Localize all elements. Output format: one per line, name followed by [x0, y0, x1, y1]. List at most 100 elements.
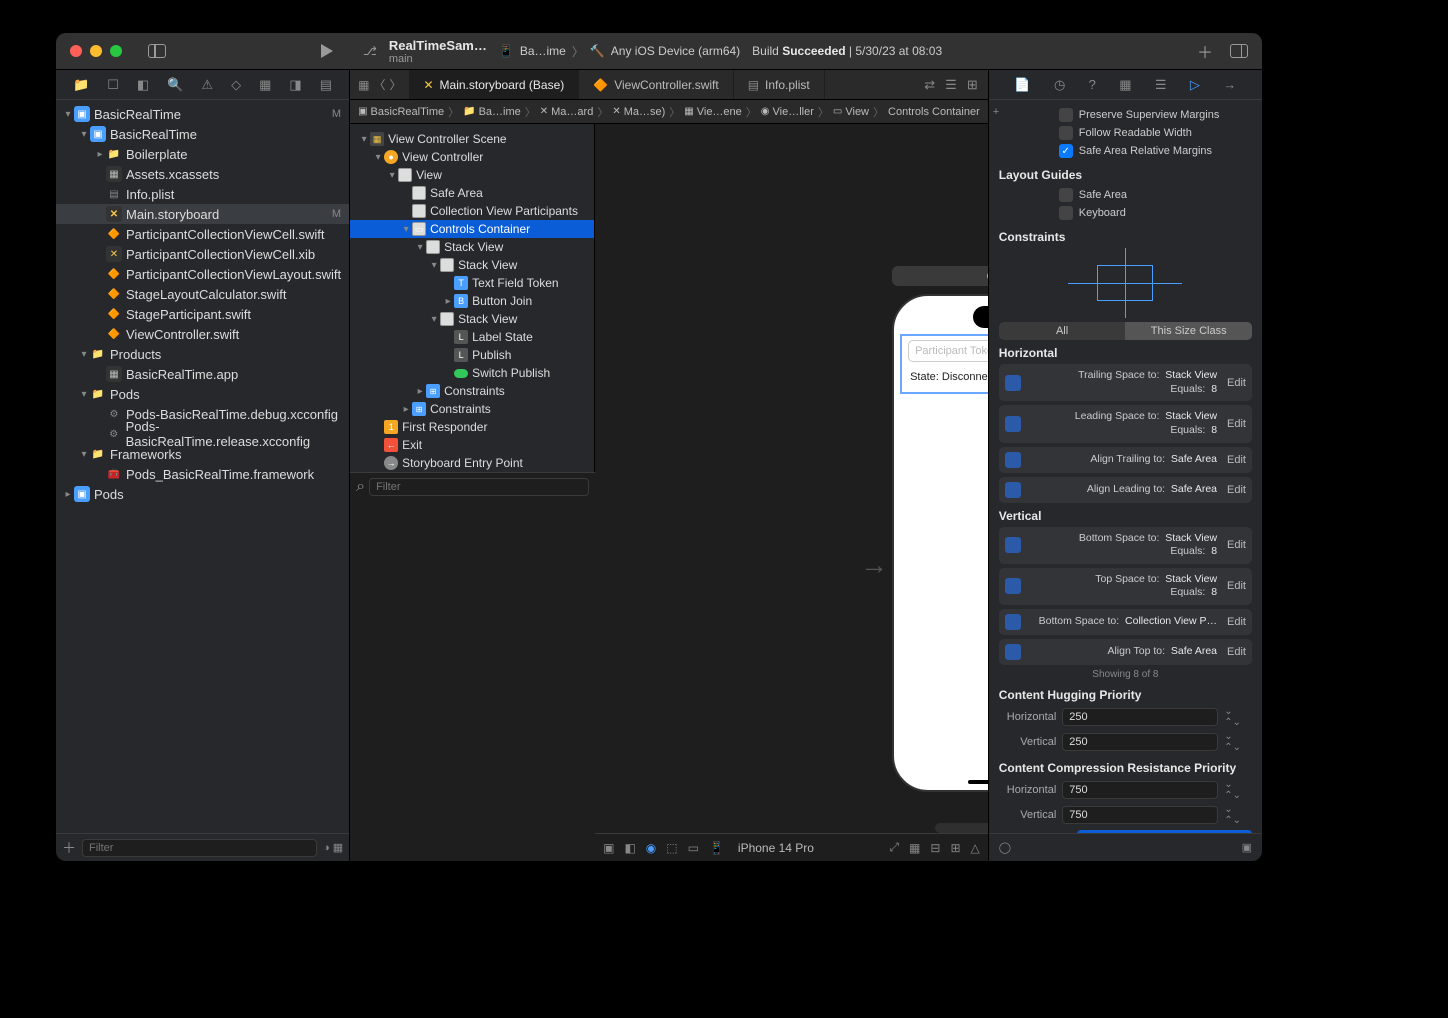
participant-token-field[interactable]: Participant Token — [908, 340, 988, 362]
tree-root[interactable]: ▾ ▣ BasicRealTime M — [56, 104, 349, 124]
tree-item[interactable]: ▾▣BasicRealTime — [56, 124, 349, 144]
device-name[interactable]: iPhone 14 Pro — [738, 841, 814, 855]
priority-input[interactable] — [1062, 806, 1218, 824]
assistant-editor-icon[interactable]: ◧ — [624, 841, 635, 855]
disclosure-icon[interactable]: ▸ — [94, 149, 106, 160]
interface-builder-canvas[interactable]: → Participant Token Join — [595, 124, 988, 833]
edit-button[interactable]: Edit — [1227, 454, 1246, 466]
disclosure-icon[interactable]: ▾ — [414, 242, 426, 253]
history-inspector-icon[interactable]: ◷ — [1054, 77, 1065, 93]
align-icon[interactable]: ⊟ — [930, 841, 940, 855]
constraint-item[interactable]: Align Trailing to: Safe AreaEdit — [999, 447, 1252, 473]
pin-icon[interactable]: ⊞ — [950, 841, 960, 855]
jumpbar-crumb[interactable]: ▦Vie…ene — [684, 106, 742, 118]
constraint-item[interactable]: Bottom Space to: Stack ViewEquals: 8Edit — [999, 527, 1252, 564]
jumpbar-crumb[interactable]: ▣BasicRealTime — [358, 106, 444, 118]
edit-button[interactable]: Edit — [1227, 418, 1246, 430]
project-navigator-icon[interactable]: 📁 — [73, 77, 89, 93]
tree-item[interactable]: ▾📁Products — [56, 344, 349, 364]
editor-tab[interactable]: ▤Info.plist — [734, 70, 825, 99]
scene-dock[interactable] — [892, 266, 988, 286]
identity-inspector-icon[interactable]: ▦ — [1119, 77, 1131, 93]
scheme-selector[interactable]: 📱Ba…ime 〉 🔨Any iOS Device (arm64) — [499, 43, 740, 60]
toggle-inspector-icon[interactable] — [1230, 44, 1248, 58]
edit-button[interactable]: Edit — [1227, 377, 1246, 389]
outline-item[interactable]: →Storyboard Entry Point — [350, 454, 594, 472]
jump-bar[interactable]: ▣BasicRealTime〉📁Ba…ime〉✕Ma…ard〉✕Ma…se)〉▦… — [350, 100, 988, 124]
checkbox-icon[interactable] — [1059, 108, 1073, 122]
jumpbar-crumb[interactable]: 📁Ba…ime — [463, 106, 521, 118]
size-class-segment[interactable]: AllThis Size Class — [999, 322, 1252, 340]
disclosure-icon[interactable]: ▸ — [62, 489, 74, 500]
tree-item[interactable]: 🔶ViewController.swift — [56, 324, 349, 344]
edit-button[interactable]: Edit — [1227, 616, 1246, 628]
outline-item[interactable]: ▾▭Stack View — [350, 238, 594, 256]
size-inspector-icon[interactable]: ▷ — [1190, 77, 1200, 93]
disclosure-icon[interactable]: ▸ — [414, 386, 426, 397]
tree-item[interactable]: ▤Info.plist — [56, 184, 349, 204]
tree-item[interactable]: ✕Main.storyboardM — [56, 204, 349, 224]
tree-item[interactable]: ✕ParticipantCollectionViewCell.xib — [56, 244, 349, 264]
outline-item[interactable]: ▾▭Controls Container — [350, 220, 594, 238]
constraint-item[interactable]: Bottom Space to: Collection View P…Edit — [999, 609, 1252, 635]
breakpoint-navigator-icon[interactable]: ◨ — [289, 77, 301, 93]
disclosure-icon[interactable]: ▾ — [78, 449, 90, 460]
disclosure-icon[interactable]: ▾ — [78, 389, 90, 400]
outline-item[interactable]: ▾●View Controller — [350, 148, 594, 166]
checkbox-row[interactable]: Safe Area — [999, 186, 1252, 204]
toggle-navigator-icon[interactable] — [148, 44, 166, 58]
jumpbar-crumb[interactable]: ✕Ma…ard — [540, 106, 594, 118]
recent-files-icon[interactable]: ◑ ▦ — [323, 841, 343, 854]
tree-item[interactable]: 🧰Pods_BasicRealTime.framework — [56, 464, 349, 484]
tree-item[interactable]: ▸📁Boilerplate — [56, 144, 349, 164]
outline-item[interactable]: ▸⊞Constraints — [350, 382, 594, 400]
preview-icon[interactable]: ◉ — [646, 841, 656, 855]
outline-item[interactable]: ←Exit — [350, 436, 594, 454]
file-inspector-icon[interactable]: 📄 — [1014, 77, 1030, 93]
disclosure-icon[interactable]: ▸ — [400, 404, 412, 415]
constraint-item[interactable]: Top Space to: Stack ViewEquals: 8Edit — [999, 568, 1252, 605]
document-outline[interactable]: ▾▦View Controller Scene▾●View Controller… — [350, 124, 595, 472]
edit-button[interactable]: Edit — [1227, 580, 1246, 592]
outline-item[interactable]: ▸⊞Constraints — [350, 400, 594, 418]
outline-item[interactable]: LLabel State — [350, 328, 594, 346]
stepper-icon[interactable]: ⌄ ⌃⌄ — [1224, 731, 1252, 753]
embed-icon[interactable]: ▦ — [909, 841, 920, 855]
zoom-window-icon[interactable] — [110, 45, 122, 57]
constraint-item[interactable]: Trailing Space to: Stack ViewEquals: 8Ed… — [999, 364, 1252, 401]
segment-option[interactable]: This Size Class — [1125, 322, 1252, 340]
related-items-icon[interactable]: ⇄ — [924, 77, 935, 93]
tree-item[interactable]: ▸▣Pods — [56, 484, 349, 504]
disclosure-icon[interactable]: ▸ — [442, 296, 454, 307]
disclosure-icon[interactable]: ▾ — [400, 224, 412, 235]
add-editor-below-icon[interactable]: ⊞ — [967, 77, 978, 93]
toggle-bottom-icon[interactable]: ▣ — [1242, 841, 1252, 854]
checkbox-row[interactable]: Follow Readable Width — [999, 124, 1252, 142]
tree-item[interactable]: ⚙Pods-BasicRealTime.release.xcconfig — [56, 424, 349, 444]
tree-item[interactable]: ▦Assets.xcassets — [56, 164, 349, 184]
adjust-editor-icon[interactable]: ☰ — [945, 77, 957, 93]
issue-navigator-icon[interactable]: ⚠ — [201, 77, 213, 93]
project-title[interactable]: RealTimeSam… — [389, 38, 487, 53]
outline-item[interactable]: TText Field Token — [350, 274, 594, 292]
jumpbar-crumb[interactable]: ✕Ma…se) — [612, 106, 665, 118]
constraint-item[interactable]: Align Leading to: Safe AreaEdit — [999, 477, 1252, 503]
outline-item[interactable]: LPublish — [350, 346, 594, 364]
tree-item[interactable]: 🔶ParticipantCollectionViewCell.swift — [56, 224, 349, 244]
resolve-icon[interactable]: △ — [971, 841, 980, 855]
disclosure-icon[interactable]: ▾ — [428, 260, 440, 271]
stepper-icon[interactable]: ⌄ ⌃⌄ — [1224, 779, 1252, 801]
canvas-scrollbar[interactable] — [935, 823, 988, 833]
device-config-icon[interactable]: ▭ — [688, 841, 699, 855]
checkbox-icon[interactable] — [1059, 206, 1073, 220]
edit-button[interactable]: Edit — [1227, 646, 1246, 658]
test-navigator-icon[interactable]: ◇ — [231, 77, 241, 93]
tab-history-nav[interactable]: ▦〈〉 — [350, 70, 409, 99]
checkbox-icon[interactable]: ✓ — [1059, 144, 1073, 158]
debug-navigator-icon[interactable]: ▦ — [259, 77, 271, 93]
disclosure-icon[interactable]: ▾ — [358, 134, 370, 145]
navigator-selector[interactable]: 📁 ☐ ◧ 🔍 ⚠ ◇ ▦ ◨ ▤ — [56, 70, 349, 100]
editor-tab[interactable]: ✕Main.storyboard (Base) — [409, 70, 579, 99]
constraint-item[interactable]: Align Top to: Safe AreaEdit — [999, 639, 1252, 665]
checkbox-icon[interactable] — [1059, 188, 1073, 202]
